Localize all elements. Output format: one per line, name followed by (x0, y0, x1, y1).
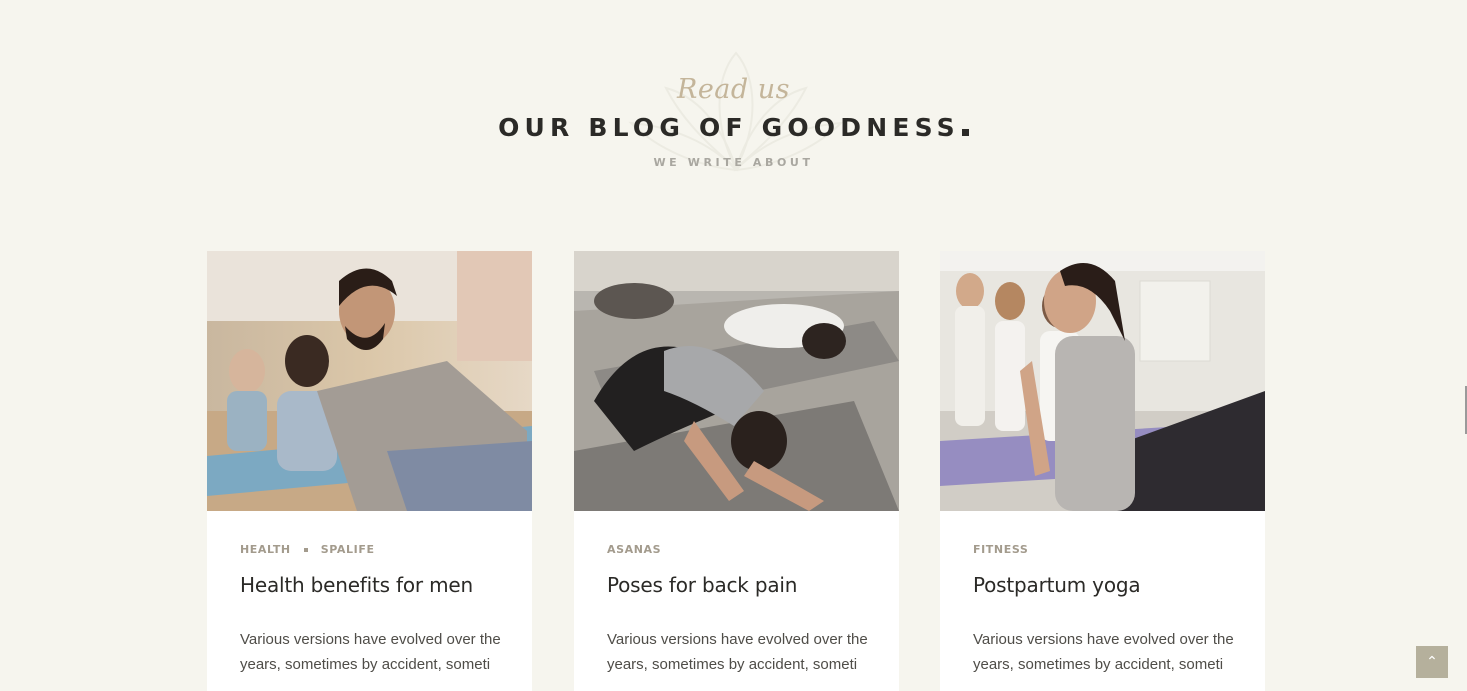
post-title[interactable]: Postpartum yoga (973, 573, 1141, 597)
category-link[interactable]: FITNESS (973, 543, 1028, 556)
title-dot (961, 129, 969, 136)
category-link[interactable]: SPALIFE (321, 543, 375, 556)
post-title[interactable]: Poses for back pain (607, 573, 797, 597)
category-link[interactable]: ASANAS (607, 543, 661, 556)
blog-card-2[interactable]: ASANAS Poses for back pain Various versi… (574, 251, 899, 691)
blog-card-1[interactable]: HEALTH SPALIFE Health benefits for men V… (207, 251, 532, 691)
category-link[interactable]: HEALTH (240, 543, 291, 556)
scroll-to-top-button[interactable]: ⌃ (1416, 646, 1448, 678)
section-subtitle: WE WRITE ABOUT (653, 156, 814, 169)
category-separator (303, 547, 308, 552)
post-image-postpartum[interactable] (940, 251, 1265, 511)
post-excerpt: Various versions have evolved over the y… (607, 631, 868, 673)
post-image-back-pain[interactable] (574, 251, 899, 511)
post-categories: HEALTH SPALIFE (240, 543, 375, 556)
section-title: OUR BLOG OF GOODNESS (0, 113, 1467, 142)
post-categories: ASANAS (607, 543, 661, 556)
post-excerpt: Various versions have evolved over the y… (973, 631, 1234, 673)
blog-card-3[interactable]: FITNESS Postpartum yoga Various versions… (940, 251, 1265, 691)
post-excerpt: Various versions have evolved over the y… (240, 631, 501, 673)
post-title[interactable]: Health benefits for men (240, 573, 473, 597)
post-categories: FITNESS (973, 543, 1028, 556)
chevron-up-icon: ⌃ (1426, 654, 1438, 670)
post-image-yoga-men[interactable] (207, 251, 532, 511)
section-script-label: Read us (676, 74, 791, 105)
blog-header: Read us OUR BLOG OF GOODNESS WE WRITE AB… (0, 0, 1467, 200)
